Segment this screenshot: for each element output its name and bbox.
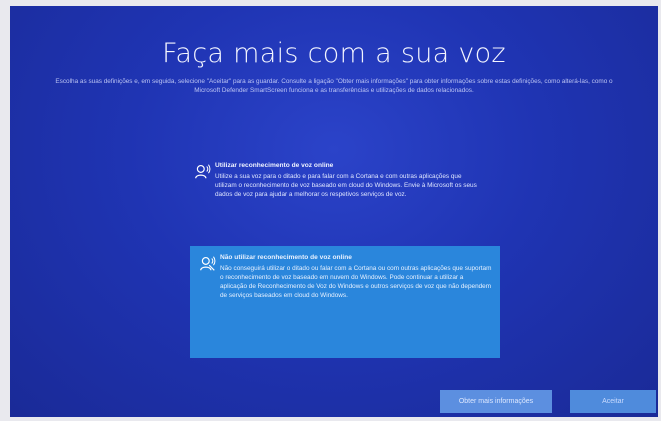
accept-button[interactable]: Aceitar <box>570 390 656 413</box>
page-description: Escolha as suas definições e, em seguida… <box>55 78 613 94</box>
oobe-screen: Faça mais com a sua voz Escolha as suas … <box>10 6 658 417</box>
page-title: Faça mais com a sua voz <box>162 38 506 69</box>
option-no-online-speech[interactable]: Não utilizar reconhecimento de voz onlin… <box>190 246 500 358</box>
option-online-speech[interactable]: Utilizar reconhecimento de voz online Ut… <box>185 154 489 250</box>
option-description: Não conseguirá utilizar o ditado ou fala… <box>220 265 492 299</box>
option-title: Não utilizar reconhecimento de voz onlin… <box>220 254 352 261</box>
option-title: Utilizar reconhecimento de voz online <box>215 162 334 169</box>
more-info-button[interactable]: Obter mais informações <box>440 390 552 413</box>
option-description: Utilize a sua voz para o ditado e para f… <box>215 173 477 198</box>
speech-off-icon <box>200 256 216 271</box>
speech-icon <box>195 164 211 179</box>
